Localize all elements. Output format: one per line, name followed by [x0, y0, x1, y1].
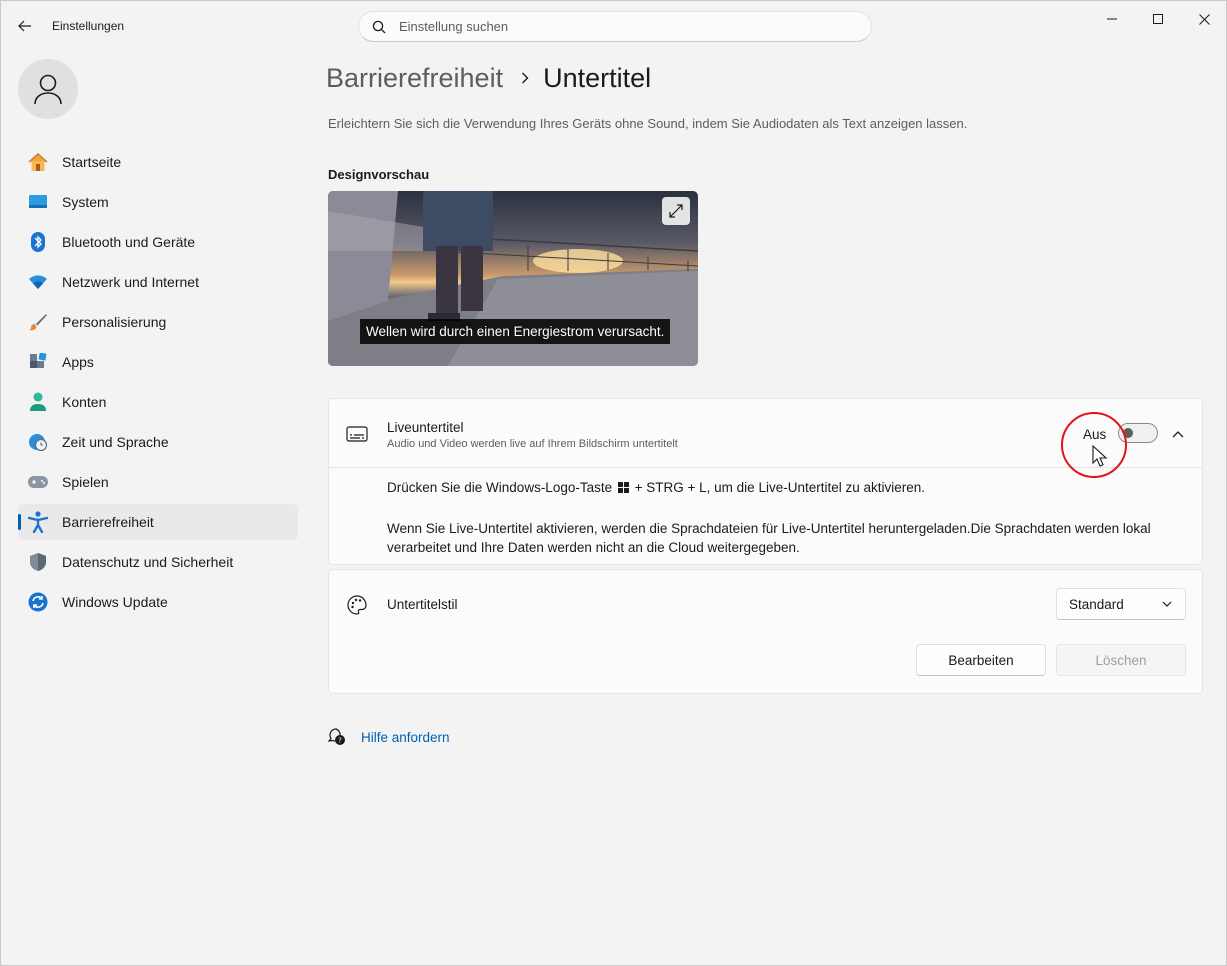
app-title: Einstellungen	[52, 19, 125, 33]
caption-style-value: Standard	[1069, 596, 1124, 612]
globe-clock-icon	[27, 431, 49, 453]
chevron-up-icon[interactable]	[1167, 423, 1189, 445]
sidebar-item-apps[interactable]: Apps	[18, 344, 298, 380]
page-title: Untertitel	[543, 62, 652, 93]
accessibility-icon	[27, 511, 49, 533]
shortcut-hint: Drücken Sie die Windows-Logo-Taste + STR…	[387, 479, 926, 495]
bluetooth-icon	[27, 231, 49, 253]
caption-preview: Wellen wird durch einen Energiestrom ver…	[328, 191, 698, 366]
chevron-down-icon	[1161, 598, 1173, 610]
preview-section-title: Designvorschau	[328, 167, 430, 182]
system-icon	[27, 191, 49, 213]
close-icon	[1198, 13, 1210, 25]
expand-icon	[669, 204, 683, 218]
sidebar-item-system[interactable]: System	[18, 184, 298, 220]
apps-icon	[27, 351, 49, 373]
maximize-icon	[1153, 14, 1163, 24]
title-bar: Einstellungen	[1, 1, 1226, 51]
toggle-state-label: Aus	[1083, 427, 1107, 442]
live-captions-title: Liveuntertitel	[387, 420, 464, 435]
settings-window: Einstellungen Startseite	[0, 0, 1227, 966]
avatar[interactable]	[18, 59, 78, 119]
sidebar-item-barrierefreiheit[interactable]: Barrierefreiheit	[18, 504, 298, 540]
close-button[interactable]	[1181, 5, 1227, 33]
palette-icon	[346, 594, 368, 616]
shield-icon	[27, 551, 49, 573]
help-link[interactable]: ? Hilfe anfordern	[328, 728, 450, 746]
back-button[interactable]	[11, 13, 39, 39]
sidebar-item-startseite[interactable]: Startseite	[18, 144, 298, 180]
sidebar-item-konten[interactable]: Konten	[18, 384, 298, 420]
maximize-button[interactable]	[1135, 5, 1181, 33]
sidebar-item-bluetooth[interactable]: Bluetooth und Geräte	[18, 224, 298, 260]
back-arrow-icon	[18, 20, 31, 32]
minimize-icon	[1107, 18, 1117, 20]
mouse-cursor-icon	[1092, 445, 1108, 467]
home-icon	[27, 151, 49, 173]
live-captions-card: Liveuntertitel Audio und Video werden li…	[328, 398, 1203, 565]
breadcrumb-parent[interactable]: Barrierefreiheit	[326, 63, 503, 94]
live-captions-toggle[interactable]	[1118, 423, 1158, 443]
help-label: Hilfe anfordern	[361, 729, 450, 745]
caption-style-title: Untertitelstil	[387, 597, 458, 612]
minimize-button[interactable]	[1089, 5, 1135, 33]
caption-style-card: Untertitelstil Standard Bearbeiten Lösch…	[328, 569, 1203, 694]
sidebar-nav: Startseite System Bluetooth und Geräte N…	[18, 144, 298, 624]
edit-button[interactable]: Bearbeiten	[916, 644, 1046, 676]
update-icon	[27, 591, 49, 613]
toggle-knob	[1123, 428, 1133, 438]
svg-text:?: ?	[338, 737, 342, 745]
privacy-info: Wenn Sie Live-Untertitel aktivieren, wer…	[387, 521, 1151, 555]
preview-caption: Wellen wird durch einen Energiestrom ver…	[360, 319, 671, 344]
sidebar-item-zeit[interactable]: Zeit und Sprache	[18, 424, 298, 460]
caption-style-dropdown[interactable]: Standard	[1056, 588, 1186, 620]
windows-logo-icon	[617, 479, 629, 493]
sidebar-item-spielen[interactable]: Spielen	[18, 464, 298, 500]
captions-icon	[346, 423, 368, 445]
search-input[interactable]	[399, 19, 839, 34]
live-captions-header[interactable]: Liveuntertitel Audio und Video werden li…	[329, 399, 1202, 468]
page-subtitle: Erleichtern Sie sich die Verwendung Ihre…	[328, 116, 968, 131]
delete-button[interactable]: Löschen	[1056, 644, 1186, 676]
sidebar-item-datenschutz[interactable]: Datenschutz und Sicherheit	[18, 544, 298, 580]
search-box[interactable]	[358, 11, 872, 42]
gamepad-icon	[27, 471, 49, 493]
expand-preview-button[interactable]	[662, 197, 690, 225]
wifi-icon	[27, 271, 49, 293]
breadcrumb: Barrierefreiheit Untertitel	[326, 61, 651, 95]
brush-icon	[27, 311, 49, 333]
accounts-icon	[27, 391, 49, 413]
live-captions-description: Audio und Video werden live auf Ihrem Bi…	[387, 438, 678, 450]
sidebar-item-windows-update[interactable]: Windows Update	[18, 584, 298, 620]
help-icon: ?	[328, 728, 346, 746]
sidebar-item-netzwerk[interactable]: Netzwerk und Internet	[18, 264, 298, 300]
sidebar-item-personalisierung[interactable]: Personalisierung	[18, 304, 298, 340]
chevron-right-icon	[521, 72, 529, 84]
user-icon	[34, 74, 62, 105]
search-icon	[371, 19, 387, 35]
